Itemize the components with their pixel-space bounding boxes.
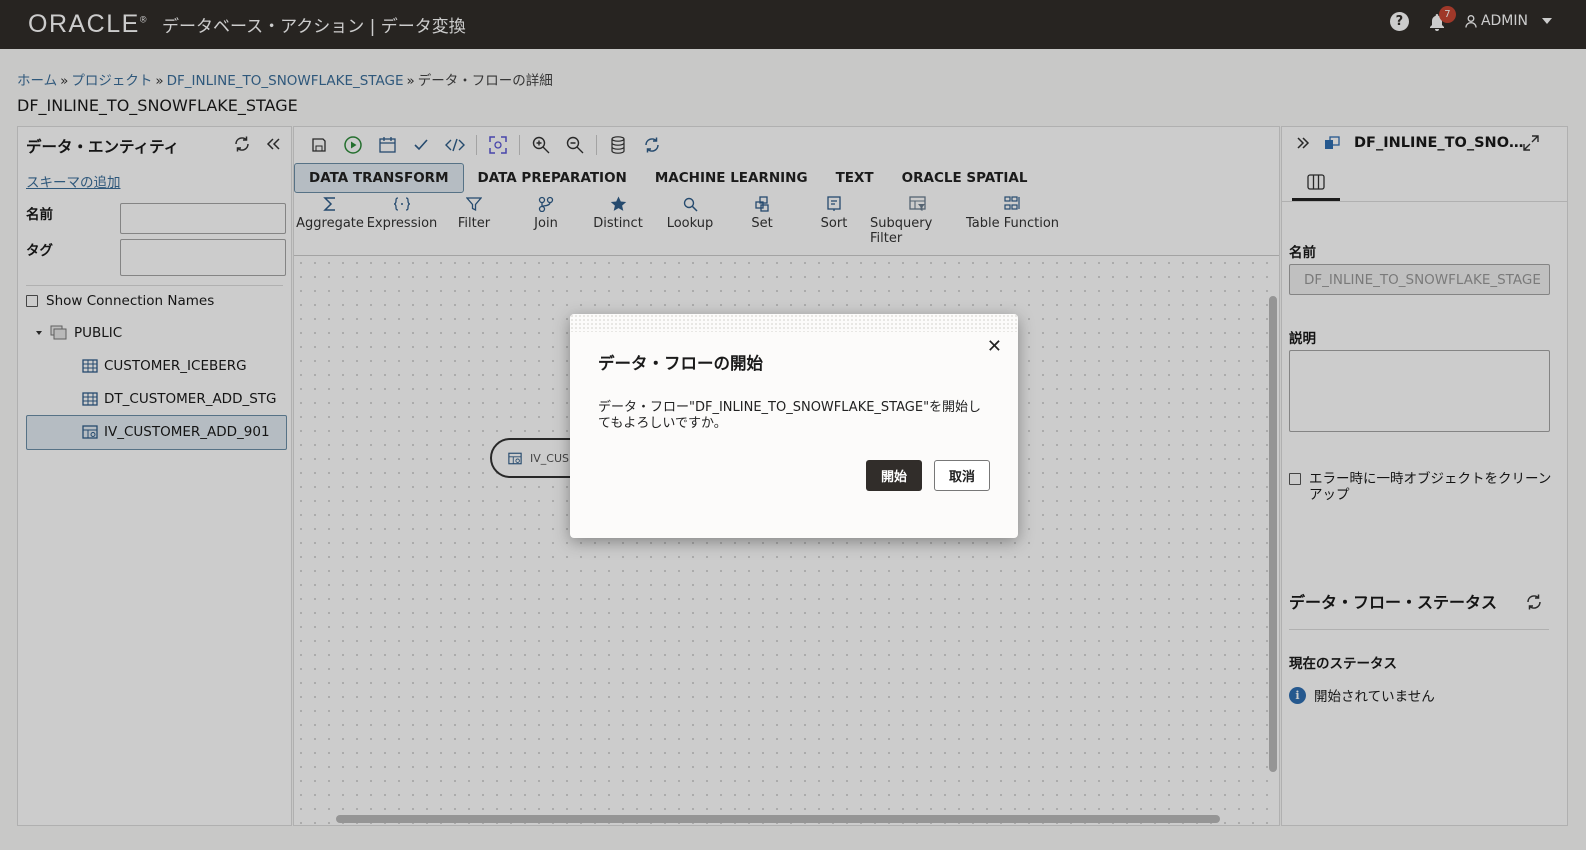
dialog-message: データ・フロー"DF_INLINE_TO_SNOWFLAKE_STAGE"を開始… — [598, 400, 982, 431]
dialog-buttons: 開始 取消 — [866, 460, 990, 491]
close-icon[interactable]: ✕ — [987, 336, 1002, 357]
start-button[interactable]: 開始 — [866, 460, 922, 491]
start-data-flow-dialog: データ・フローの開始 ✕ データ・フロー"DF_INLINE_TO_SNOWFL… — [570, 314, 1018, 538]
cancel-button[interactable]: 取消 — [934, 460, 990, 491]
dialog-title: データ・フローの開始 — [598, 354, 763, 373]
dialog-header-pattern — [570, 314, 1018, 332]
